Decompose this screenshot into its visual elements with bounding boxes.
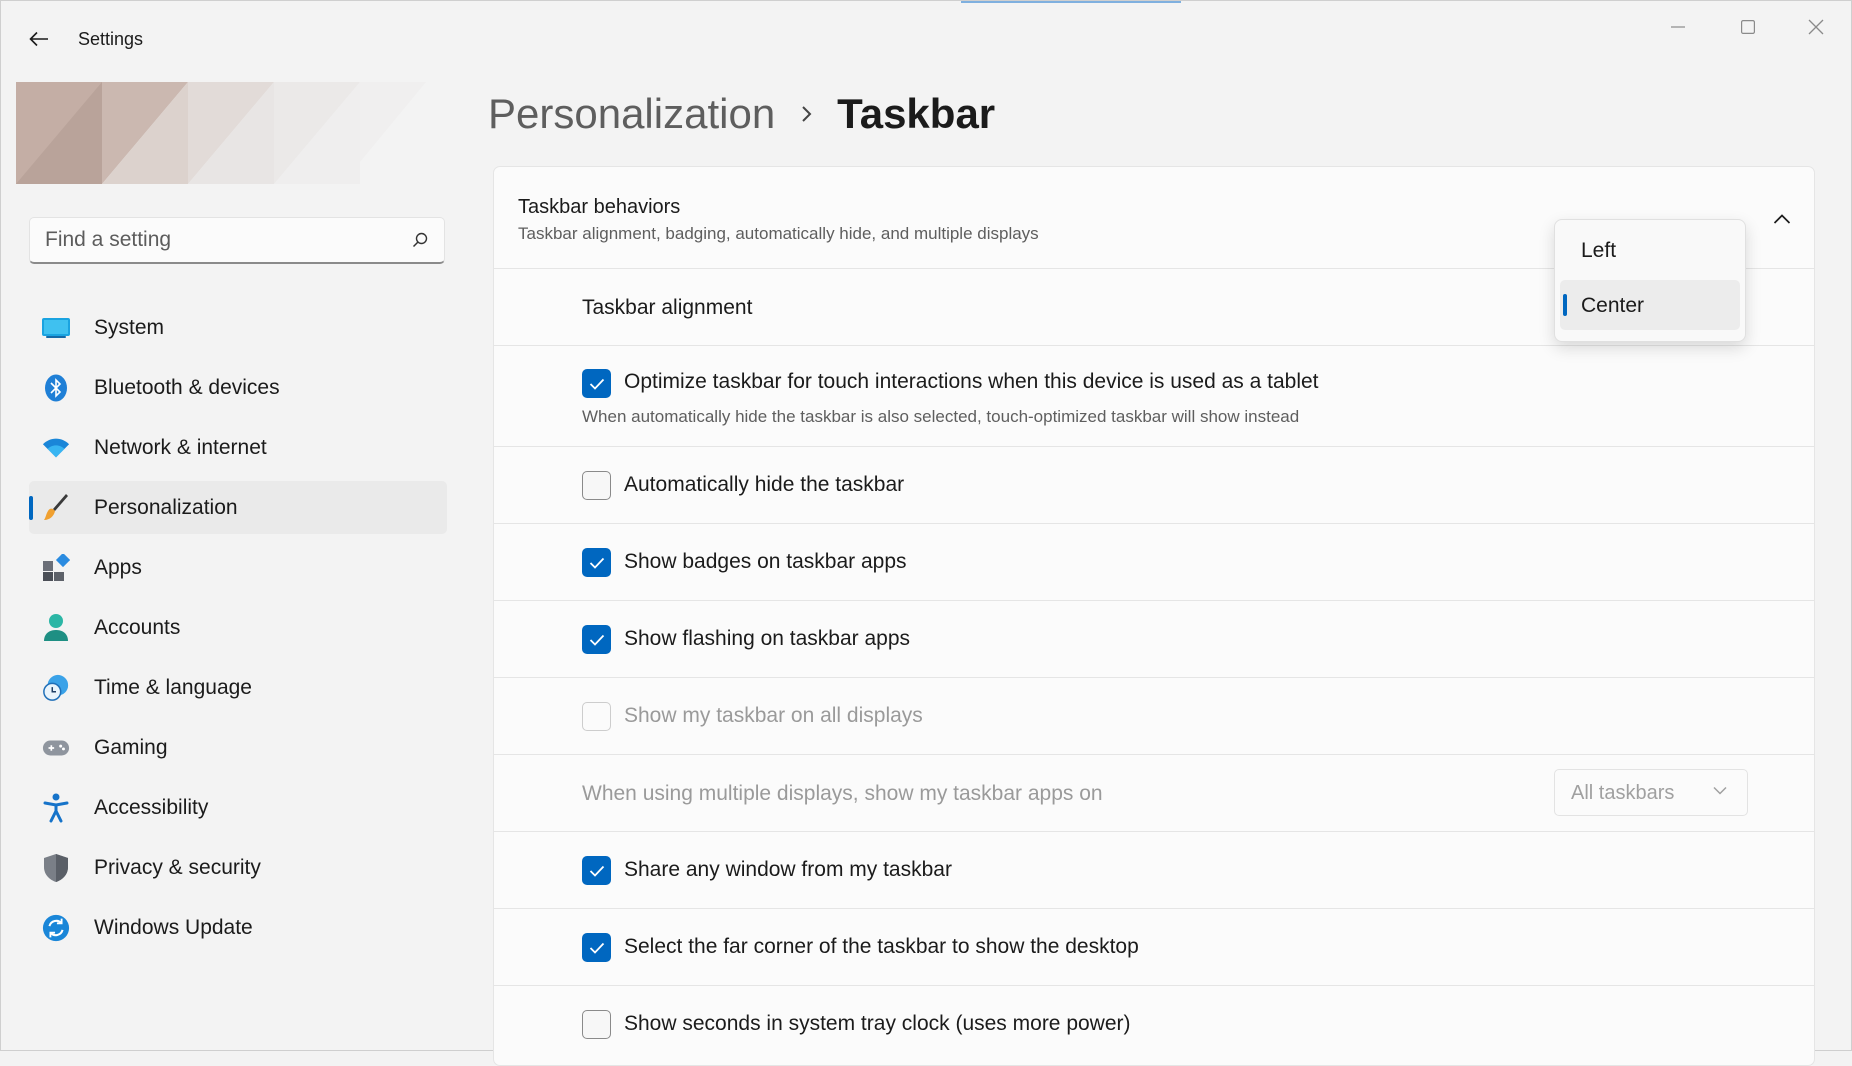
user-profile-card[interactable] bbox=[16, 82, 426, 184]
multi-display-label: When using multiple displays, show my ta… bbox=[582, 782, 1103, 805]
search-input[interactable] bbox=[45, 228, 385, 252]
multi-display-row: When using multiple displays, show my ta… bbox=[494, 755, 1814, 832]
sidebar-item-label: Accessibility bbox=[94, 795, 209, 819]
sidebar-item-personalization[interactable]: Personalization bbox=[29, 481, 447, 534]
wifi-icon bbox=[42, 434, 70, 462]
checkmark-icon bbox=[589, 942, 604, 954]
badges-label: Show badges on taskbar apps bbox=[624, 550, 907, 573]
clock-seconds-row: Show seconds in system tray clock (uses … bbox=[494, 986, 1814, 1065]
alignment-option-center[interactable]: Center bbox=[1560, 280, 1740, 330]
chevron-up-icon[interactable] bbox=[1770, 207, 1794, 231]
group-description: Taskbar alignment, badging, automaticall… bbox=[518, 224, 1039, 243]
autohide-label: Automatically hide the taskbar bbox=[624, 473, 905, 496]
app-title: Settings bbox=[78, 29, 144, 49]
alignment-option-label: Left bbox=[1581, 239, 1617, 262]
taskbar-alignment-label: Taskbar alignment bbox=[582, 296, 753, 319]
all-displays-row: Show my taskbar on all displays bbox=[494, 678, 1814, 755]
sidebar-item-label: Network & internet bbox=[94, 435, 267, 459]
sidebar-item-windows-update[interactable]: Windows Update bbox=[29, 901, 447, 954]
share-window-checkbox[interactable] bbox=[582, 856, 611, 885]
globe-clock-icon bbox=[42, 674, 70, 702]
touch-optimize-label: Optimize taskbar for touch interactions … bbox=[624, 370, 1319, 393]
brush-icon bbox=[42, 494, 70, 522]
sidebar-item-system[interactable]: System bbox=[29, 301, 447, 354]
back-button[interactable] bbox=[21, 21, 57, 57]
maximize-icon bbox=[1741, 20, 1755, 34]
all-displays-label: Show my taskbar on all displays bbox=[624, 704, 923, 727]
system-icon bbox=[42, 314, 70, 342]
far-corner-checkbox[interactable] bbox=[582, 933, 611, 962]
sidebar-item-label: Gaming bbox=[94, 735, 168, 759]
multi-display-select[interactable]: All taskbars bbox=[1554, 769, 1748, 816]
checkmark-icon bbox=[589, 634, 604, 646]
sidebar-item-label: Accounts bbox=[94, 615, 181, 639]
maximize-button[interactable] bbox=[1723, 13, 1773, 41]
sidebar-item-apps[interactable]: Apps bbox=[29, 541, 447, 594]
share-window-row: Share any window from my taskbar bbox=[494, 832, 1814, 909]
autohide-checkbox[interactable] bbox=[582, 471, 611, 500]
all-displays-checkbox[interactable] bbox=[582, 702, 611, 731]
sidebar-item-gaming[interactable]: Gaming bbox=[29, 721, 447, 774]
sidebar-item-time-language[interactable]: Time & language bbox=[29, 661, 447, 714]
alignment-option-label: Center bbox=[1581, 294, 1645, 317]
flashing-row: Show flashing on taskbar apps bbox=[494, 601, 1814, 678]
page-title: Taskbar bbox=[837, 90, 996, 137]
checkmark-icon bbox=[589, 557, 604, 569]
checkmark-icon bbox=[589, 378, 604, 390]
autohide-row: Automatically hide the taskbar bbox=[494, 447, 1814, 524]
clock-seconds-label: Show seconds in system tray clock (uses … bbox=[624, 1012, 1131, 1035]
touch-optimize-row: Optimize taskbar for touch interactions … bbox=[494, 346, 1814, 447]
search-box[interactable] bbox=[29, 217, 445, 264]
breadcrumb: Personalization Taskbar bbox=[488, 89, 995, 139]
badges-checkbox[interactable] bbox=[582, 548, 611, 577]
touch-optimize-description: When automatically hide the taskbar is a… bbox=[582, 407, 1300, 426]
far-corner-row: Select the far corner of the taskbar to … bbox=[494, 909, 1814, 986]
title-bar: Settings bbox=[1, 1, 1851, 77]
account-icon bbox=[42, 614, 70, 642]
flashing-label: Show flashing on taskbar apps bbox=[624, 627, 911, 650]
user-card-banner-image bbox=[16, 82, 426, 184]
sidebar-item-label: Apps bbox=[94, 555, 142, 579]
sidebar-nav: System Bluetooth & devices Network & int… bbox=[29, 301, 447, 961]
group-title: Taskbar behaviors bbox=[518, 196, 681, 218]
update-icon bbox=[42, 914, 70, 942]
touch-optimize-checkbox[interactable] bbox=[582, 369, 611, 398]
far-corner-label: Select the far corner of the taskbar to … bbox=[624, 935, 1139, 958]
sidebar-item-bluetooth[interactable]: Bluetooth & devices bbox=[29, 361, 447, 414]
share-window-label: Share any window from my taskbar bbox=[624, 858, 952, 881]
multi-display-select-value: All taskbars bbox=[1571, 782, 1675, 804]
settings-window: Settings Find a setting System Bluetooth… bbox=[0, 0, 1852, 1066]
chevron-down-icon bbox=[1713, 786, 1727, 795]
back-arrow-icon bbox=[29, 31, 48, 47]
minimize-icon bbox=[1671, 26, 1685, 28]
breadcrumb-parent-link[interactable]: Personalization bbox=[488, 90, 775, 138]
bluetooth-icon bbox=[42, 374, 70, 402]
taskbar-alignment-dropdown: Left Center bbox=[1554, 219, 1746, 342]
sidebar-item-label: System bbox=[94, 315, 165, 339]
shield-icon bbox=[42, 854, 70, 882]
sidebar-item-network[interactable]: Network & internet bbox=[29, 421, 447, 474]
alignment-option-left[interactable]: Left bbox=[1560, 225, 1740, 275]
sidebar-item-accounts[interactable]: Accounts bbox=[29, 601, 447, 654]
sidebar-item-label: Windows Update bbox=[94, 915, 253, 939]
gamepad-icon bbox=[42, 734, 70, 762]
sidebar-item-accessibility[interactable]: Accessibility bbox=[29, 781, 447, 834]
close-icon bbox=[1808, 19, 1824, 35]
minimize-button[interactable] bbox=[1653, 13, 1703, 41]
chevron-right-icon bbox=[801, 105, 813, 123]
clock-seconds-checkbox[interactable] bbox=[582, 1010, 611, 1039]
flashing-checkbox[interactable] bbox=[582, 625, 611, 654]
badges-row: Show badges on taskbar apps bbox=[494, 524, 1814, 601]
close-button[interactable] bbox=[1791, 13, 1841, 41]
checkmark-icon bbox=[589, 865, 604, 877]
sidebar-item-privacy-security[interactable]: Privacy & security bbox=[29, 841, 447, 894]
accessibility-icon bbox=[42, 793, 70, 823]
apps-icon bbox=[42, 554, 70, 582]
search-icon[interactable] bbox=[412, 232, 428, 248]
sidebar-item-label: Personalization bbox=[94, 495, 238, 519]
sidebar-item-label: Privacy & security bbox=[94, 855, 261, 879]
sidebar-item-label: Time & language bbox=[94, 675, 252, 699]
sidebar-item-label: Bluetooth & devices bbox=[94, 375, 280, 399]
